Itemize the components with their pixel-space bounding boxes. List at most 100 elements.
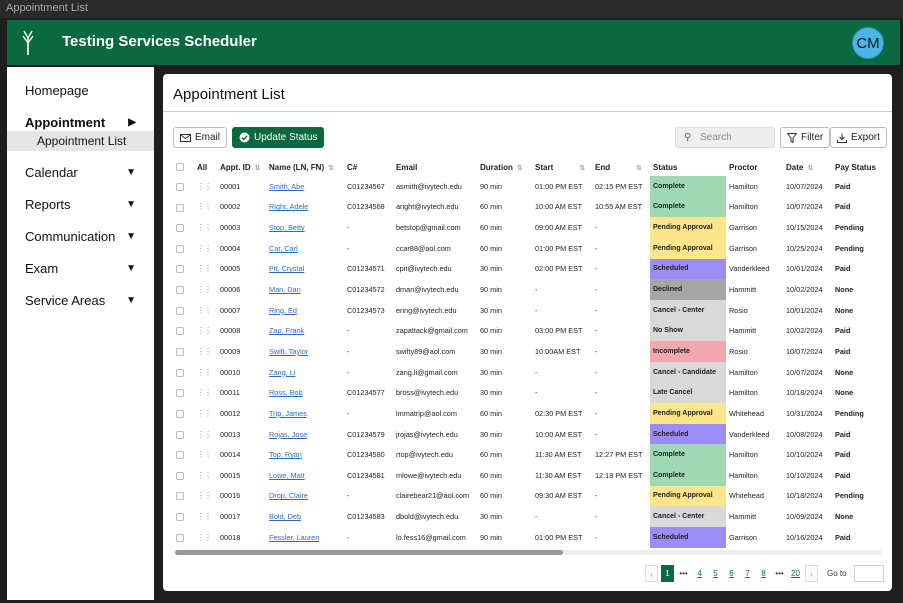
name-link[interactable]: Ring, Ed bbox=[269, 306, 297, 315]
name-link[interactable]: Swift, Taylor bbox=[269, 347, 308, 356]
table-row[interactable]: ⋮⋮ 00016 Drop, Claire - clairebear21@aol.com… bbox=[173, 485, 880, 507]
page-button-5[interactable]: 5 bbox=[709, 565, 722, 582]
table-row[interactable]: ⋮⋮ 00015 Lowe, Matt C01234581 mlowe@ivytech.… bbox=[173, 464, 880, 486]
row-checkbox[interactable] bbox=[176, 451, 184, 460]
table-row[interactable]: ⋮⋮ 00009 Swift, Taylor - swifty89@aol.com 30 … bbox=[173, 341, 880, 362]
row-checkbox[interactable] bbox=[176, 389, 184, 398]
sidebar-item-homepage[interactable]: Homepage bbox=[7, 75, 154, 107]
table-row[interactable]: ⋮⋮ 00017 Bold, Deb C01234583 dbold@ivytech.e… bbox=[173, 506, 880, 527]
column-header-date[interactable]: Date ⇅ bbox=[783, 158, 832, 176]
table-row[interactable]: ⋮⋮ 00011 Ross, Bob C01234577 bross@ivytech.e… bbox=[173, 382, 880, 404]
name-link[interactable]: Stop, Betty bbox=[269, 223, 305, 232]
prev-page-button[interactable]: ‹ bbox=[645, 564, 658, 582]
page-button-1[interactable]: 1 bbox=[661, 564, 674, 582]
goto-page-input[interactable] bbox=[853, 564, 884, 582]
name-link[interactable]: Pit, Crystal bbox=[269, 264, 304, 273]
drag-handle-icon[interactable]: ⋮⋮ bbox=[197, 264, 212, 273]
column-header-start[interactable]: Start ⇅ bbox=[532, 158, 592, 176]
drag-handle-icon[interactable]: ⋮⋮ bbox=[197, 388, 212, 397]
name-link[interactable]: Zang, Li bbox=[269, 368, 295, 377]
row-checkbox[interactable] bbox=[176, 182, 184, 191]
update-status-button[interactable]: Update Status bbox=[232, 127, 325, 148]
filter-button[interactable]: Filter bbox=[780, 127, 831, 148]
row-checkbox[interactable] bbox=[176, 327, 184, 336]
email-button[interactable]: Email bbox=[173, 127, 228, 148]
sidebar-item-appointment[interactable]: Appointment ▶ bbox=[7, 107, 154, 139]
column-header-appt-id[interactable]: Appt. ID ⇅ bbox=[217, 158, 266, 176]
row-checkbox[interactable] bbox=[176, 368, 184, 377]
table-row[interactable]: ⋮⋮ 00014 Top, Ryan C01234580 rtop@ivytech.ed… bbox=[173, 444, 880, 465]
name-link[interactable]: Car, Carl bbox=[269, 244, 298, 253]
horizontal-scrollbar[interactable] bbox=[175, 550, 882, 555]
drag-handle-icon[interactable]: ⋮⋮ bbox=[197, 223, 212, 232]
export-button[interactable]: Export bbox=[830, 127, 887, 148]
row-checkbox[interactable] bbox=[176, 203, 184, 212]
row-checkbox[interactable] bbox=[176, 471, 184, 480]
sidebar-item-reports[interactable]: Reports ▼ bbox=[7, 189, 154, 221]
table-row[interactable]: ⋮⋮ 00003 Stop, Betty - betstop@gmail.com 60 m… bbox=[173, 217, 880, 238]
drag-handle-icon[interactable]: ⋮⋮ bbox=[197, 202, 212, 211]
name-link[interactable]: Zap, Frank bbox=[269, 326, 304, 335]
page-button-8[interactable]: 8 bbox=[757, 565, 770, 582]
name-link[interactable]: Top, Ryan bbox=[269, 450, 302, 459]
name-link[interactable]: Smith, Abe bbox=[269, 182, 304, 191]
name-link[interactable]: Lowe, Matt bbox=[269, 471, 305, 480]
drag-handle-icon[interactable]: ⋮⋮ bbox=[197, 409, 212, 418]
row-checkbox[interactable] bbox=[176, 513, 184, 522]
row-checkbox[interactable] bbox=[176, 244, 184, 253]
column-header-name[interactable]: Name (LN, FN) ⇅ bbox=[266, 158, 344, 176]
row-checkbox[interactable] bbox=[176, 306, 184, 315]
row-checkbox[interactable] bbox=[176, 492, 184, 501]
page-button-6[interactable]: 6 bbox=[725, 565, 738, 582]
sidebar-item-service-areas[interactable]: Service Areas ▼ bbox=[7, 285, 154, 317]
drag-handle-icon[interactable]: ⋮⋮ bbox=[197, 244, 212, 253]
page-button-20[interactable]: 20 bbox=[789, 565, 802, 582]
row-checkbox[interactable] bbox=[176, 265, 184, 274]
drag-handle-icon[interactable]: ⋮⋮ bbox=[197, 306, 212, 315]
table-row[interactable]: ⋮⋮ 00002 Right, Adele C01234568 aright@ivyte… bbox=[173, 196, 880, 218]
drag-handle-icon[interactable]: ⋮⋮ bbox=[197, 512, 212, 521]
name-link[interactable]: Drop, Claire bbox=[269, 491, 308, 500]
name-link[interactable]: Right, Adele bbox=[269, 202, 308, 211]
row-checkbox[interactable] bbox=[176, 347, 184, 356]
table-row[interactable]: ⋮⋮ 00001 Smith, Abe C01234567 asmith@ivytech… bbox=[173, 176, 880, 197]
column-header-end[interactable]: End ⇅ bbox=[592, 158, 650, 176]
column-header-duration[interactable]: Duration ⇅ bbox=[477, 158, 532, 176]
row-checkbox[interactable] bbox=[176, 430, 184, 439]
page-ellipsis[interactable]: ••• bbox=[677, 565, 690, 582]
page-button-7[interactable]: 7 bbox=[741, 565, 754, 582]
next-page-button[interactable]: › bbox=[805, 564, 818, 582]
page-ellipsis[interactable]: ••• bbox=[773, 565, 786, 582]
sidebar-item-communication[interactable]: Communication ▼ bbox=[7, 221, 154, 253]
table-row[interactable]: ⋮⋮ 00006 Man, Dan C01234572 dman@ivytech.edu… bbox=[173, 279, 880, 300]
table-row[interactable]: ⋮⋮ 00007 Ring, Ed C01234573 ering@ivytech.ed… bbox=[173, 299, 880, 321]
drag-handle-icon[interactable]: ⋮⋮ bbox=[197, 285, 212, 294]
drag-handle-icon[interactable]: ⋮⋮ bbox=[197, 430, 212, 439]
table-row[interactable]: ⋮⋮ 00013 Rojas, Jose C01234579 jrojas@ivytec… bbox=[173, 423, 880, 445]
name-link[interactable]: Fessler, Lauren bbox=[269, 533, 319, 542]
name-link[interactable]: Bold, Deb bbox=[269, 512, 301, 521]
sidebar-item-calendar[interactable]: Calendar ▼ bbox=[7, 157, 154, 189]
name-link[interactable]: Trip, James bbox=[269, 409, 307, 418]
name-link[interactable]: Man, Dan bbox=[269, 285, 301, 294]
table-row[interactable]: ⋮⋮ 00004 Car, Carl - ccar88@aol.com 60 min 01:… bbox=[173, 237, 880, 259]
table-row[interactable]: ⋮⋮ 00018 Fessler, Lauren - lo.fess16@gmail.c… bbox=[173, 526, 880, 548]
table-row[interactable]: ⋮⋮ 00005 Pit, Crystal C01234571 cpit@ivytech… bbox=[173, 258, 880, 280]
sidebar-item-exam[interactable]: Exam ▼ bbox=[7, 253, 154, 285]
table-row[interactable]: ⋮⋮ 00010 Zang, Li - zang.li@gmail.com 30 min -… bbox=[173, 361, 880, 383]
row-checkbox[interactable] bbox=[176, 409, 184, 418]
name-link[interactable]: Rojas, Jose bbox=[269, 430, 307, 439]
drag-handle-icon[interactable]: ⋮⋮ bbox=[197, 326, 212, 335]
drag-handle-icon[interactable]: ⋮⋮ bbox=[197, 368, 212, 377]
drag-handle-icon[interactable]: ⋮⋮ bbox=[197, 450, 212, 459]
row-checkbox[interactable] bbox=[176, 224, 184, 233]
page-button-4[interactable]: 4 bbox=[693, 565, 706, 582]
row-checkbox[interactable] bbox=[176, 286, 184, 295]
row-checkbox[interactable] bbox=[176, 533, 184, 542]
select-all-checkbox[interactable] bbox=[176, 163, 184, 172]
drag-handle-icon[interactable]: ⋮⋮ bbox=[197, 471, 212, 480]
drag-handle-icon[interactable]: ⋮⋮ bbox=[197, 491, 212, 500]
drag-handle-icon[interactable]: ⋮⋮ bbox=[197, 182, 212, 191]
user-avatar[interactable]: CM bbox=[852, 27, 884, 59]
drag-handle-icon[interactable]: ⋮⋮ bbox=[197, 347, 212, 356]
